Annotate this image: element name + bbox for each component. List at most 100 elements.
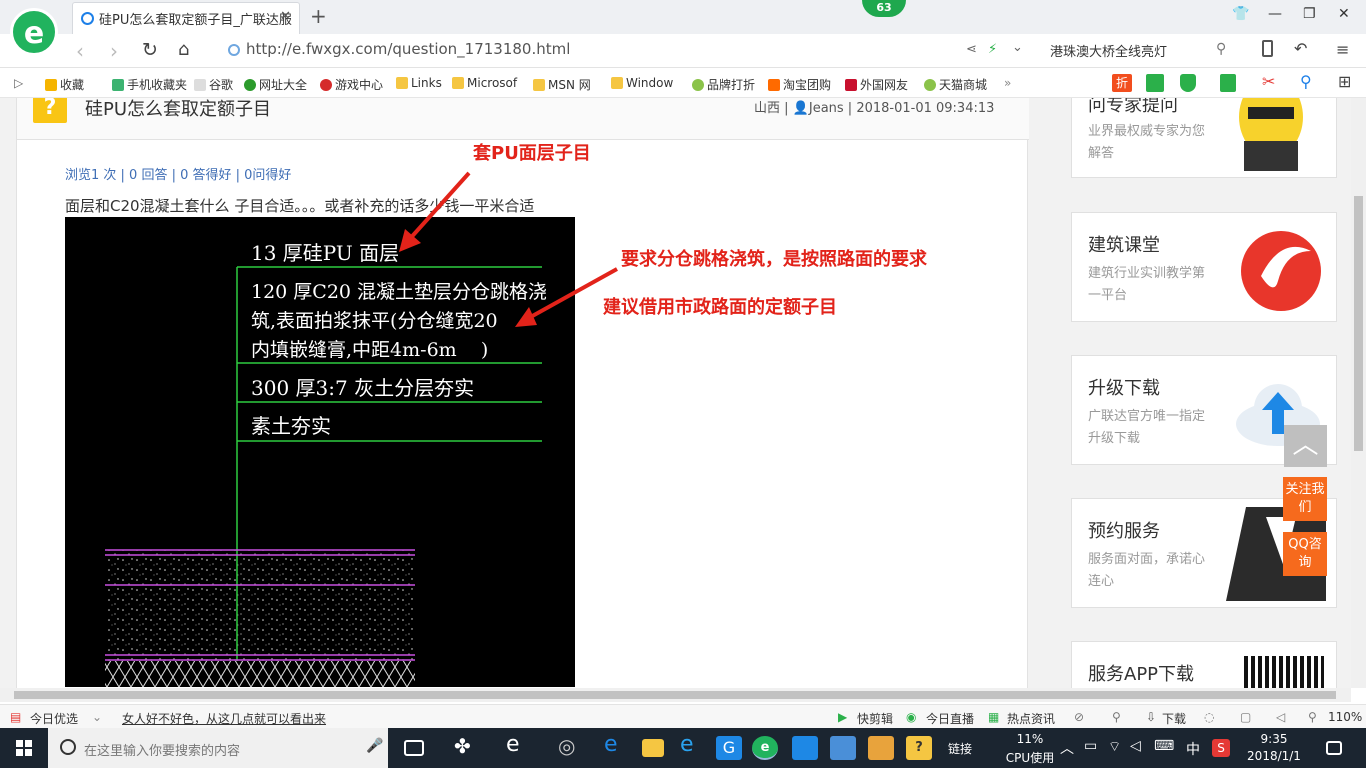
translate-icon[interactable] — [1220, 74, 1236, 92]
file-explorer-icon[interactable] — [642, 739, 664, 757]
action-center-icon[interactable] — [1326, 741, 1342, 755]
start-button[interactable] — [0, 728, 48, 768]
back-icon[interactable]: ‹ — [76, 39, 84, 63]
edge-icon[interactable]: e — [604, 732, 630, 757]
reload-icon[interactable]: ↻ — [142, 39, 158, 61]
ie-taskbar-icon[interactable]: e — [506, 732, 532, 757]
bookmark-tmall[interactable]: 天猫商城 — [924, 76, 987, 93]
more-bookmarks-icon[interactable]: » — [1004, 76, 1011, 90]
vertical-scroll-thumb[interactable] — [1354, 196, 1363, 451]
bookmark-brand-discount[interactable]: 品牌打折 — [692, 76, 755, 93]
bookmark-sites[interactable]: 网址大全 — [244, 76, 307, 93]
mute-icon[interactable]: ◁ — [1276, 710, 1285, 724]
volume-icon[interactable]: ◁ — [1130, 738, 1141, 754]
search-input[interactable]: 港珠澳大桥全线亮灯 — [1050, 41, 1230, 61]
sidebar-card-expert[interactable]: 问专家提问 业界最权威专家为您解答 — [1071, 98, 1337, 178]
bookmark-google[interactable]: 谷歌 — [194, 76, 233, 93]
app-blue-icon[interactable] — [792, 736, 818, 760]
sidebar-toggle-icon[interactable]: ▷ — [14, 76, 23, 90]
app-orange-icon[interactable] — [868, 736, 894, 760]
undo-icon[interactable]: ↶ — [1294, 39, 1307, 58]
scissors-icon[interactable]: ✂ — [1262, 72, 1275, 91]
tab-active[interactable]: 硅PU怎么套取定额子目_广联达服 ✕ — [72, 2, 300, 34]
lightning-icon[interactable]: ⚡ — [988, 42, 997, 57]
download-link[interactable]: 下载 — [1162, 710, 1186, 727]
phone-icon[interactable] — [1262, 40, 1273, 57]
tab-bar: 硅PU怎么套取定额子目_广联达服 ✕ + 63 👕 — ❐ ✕ — [0, 0, 1366, 34]
daily-pick-link[interactable]: 今日优选 — [30, 710, 78, 727]
taskbar-search-input[interactable]: 在这里输入你要搜索的内容 🎤 — [48, 728, 388, 768]
glodon-g-icon[interactable]: G — [716, 736, 742, 760]
horizontal-scrollbar[interactable] — [0, 688, 1351, 702]
region-label[interactable]: 山西 — [754, 101, 780, 116]
home-icon[interactable]: ⌂ — [178, 39, 189, 60]
ime-indicator[interactable]: 中 — [1186, 739, 1200, 759]
tray-expand-icon[interactable]: ︿ — [1060, 738, 1074, 758]
chevron-down-icon[interactable]: ⌄ — [1012, 40, 1023, 55]
task-view-icon[interactable] — [404, 740, 424, 756]
browser-taskbar-icon[interactable]: e — [752, 736, 778, 760]
pin-icon[interactable]: ⚲ — [1112, 710, 1121, 724]
menu-icon[interactable]: ≡ — [1336, 40, 1349, 59]
vertical-scrollbar[interactable] — [1351, 98, 1366, 688]
notification-badge[interactable]: 63 — [862, 0, 906, 17]
shirt-icon[interactable]: 👕 — [1232, 6, 1249, 22]
chevron-down-icon[interactable]: ⌄ — [92, 710, 102, 724]
keyboard-icon[interactable]: ⌨ — [1154, 738, 1174, 754]
restore-button[interactable]: ❐ — [1303, 6, 1316, 22]
user-name[interactable]: Jeans — [809, 101, 844, 116]
new-tab-button[interactable]: + — [310, 4, 327, 28]
browser-logo-icon[interactable]: e — [10, 8, 58, 56]
sidebar-card-classroom[interactable]: 建筑课堂 建筑行业实训教学第一平台 — [1071, 212, 1337, 322]
user-icon: 👤 — [792, 101, 809, 116]
bookmark-msn[interactable]: MSN 网 — [533, 76, 591, 93]
magnifier-icon[interactable]: ⚲ — [1300, 72, 1312, 91]
settings-icon[interactable]: ◌ — [1204, 710, 1214, 724]
battery-icon[interactable]: ▭ — [1084, 738, 1097, 754]
quick-cut-link[interactable]: 快剪辑 — [857, 710, 893, 727]
clock-date[interactable]: 2018/1/1 — [1244, 749, 1304, 763]
follow-us-button[interactable]: 关注我们 — [1283, 477, 1327, 521]
bookmark-microsoft[interactable]: Microsof — [452, 76, 517, 90]
news-headline-link[interactable]: 女人好不好色，从这几点就可以看出来 — [122, 710, 326, 727]
links-toolbar[interactable]: 链接 — [948, 740, 972, 757]
app-folder-icon[interactable] — [830, 736, 856, 760]
microphone-icon[interactable]: 🎤 — [366, 738, 383, 754]
window-icon[interactable]: ▢ — [1240, 710, 1251, 724]
sogou-ime-icon[interactable]: S — [1212, 739, 1230, 757]
chrome-like-icon[interactable]: ◎ — [558, 734, 584, 758]
share-icon[interactable]: ⋖ — [966, 42, 977, 57]
bookmark-windows[interactable]: Window — [611, 76, 673, 90]
search-icon[interactable]: ⚲ — [1216, 41, 1226, 57]
reader-icon[interactable] — [1146, 74, 1164, 92]
minimize-button[interactable]: — — [1268, 6, 1282, 22]
bookmark-mobile[interactable]: 手机收藏夹 — [112, 76, 187, 93]
qq-consult-button[interactable]: QQ咨询 — [1283, 532, 1327, 576]
back-to-top-button[interactable]: ︿ — [1284, 425, 1327, 467]
bookmark-links[interactable]: Links — [396, 76, 442, 90]
live-link[interactable]: 今日直播 — [926, 710, 974, 727]
speed-icon[interactable]: ⊘ — [1074, 710, 1084, 724]
bookmark-foreign-users[interactable]: 外国网友 — [845, 76, 908, 93]
address-bar: ‹ › ↻ ⌂ http://e.fwxgx.com/question_1713… — [0, 34, 1366, 68]
help-app-icon[interactable]: ? — [906, 736, 932, 760]
zoom-icon[interactable]: ⚲ — [1308, 710, 1317, 724]
internet-explorer-icon[interactable]: e — [680, 732, 706, 757]
bookmark-games[interactable]: 游戏中心 — [320, 76, 383, 93]
grid-icon[interactable]: ⊞ — [1338, 72, 1351, 91]
url-field[interactable]: http://e.fwxgx.com/question_1713180.html — [228, 40, 728, 62]
forward-icon[interactable]: › — [110, 39, 118, 63]
close-window-button[interactable]: ✕ — [1338, 6, 1350, 22]
wifi-icon[interactable]: ⌔ — [1108, 738, 1121, 756]
bookmark-favorites[interactable]: 收藏 — [45, 76, 84, 93]
zoom-level[interactable]: 110% — [1328, 710, 1362, 724]
horizontal-scroll-thumb[interactable] — [14, 691, 1336, 699]
tab-close-icon[interactable]: ✕ — [280, 9, 291, 24]
discount-icon[interactable]: 折 — [1112, 74, 1132, 92]
hot-news-link[interactable]: 热点资讯 — [1007, 710, 1055, 727]
bookmark-taobao[interactable]: 淘宝团购 — [768, 76, 831, 93]
sidebar-card-app[interactable]: 服务APP下载 — [1071, 641, 1337, 688]
shield-icon[interactable] — [1180, 74, 1196, 92]
clock-time[interactable]: 9:35 — [1244, 732, 1304, 746]
fan-app-icon[interactable]: ✤ — [454, 734, 480, 758]
